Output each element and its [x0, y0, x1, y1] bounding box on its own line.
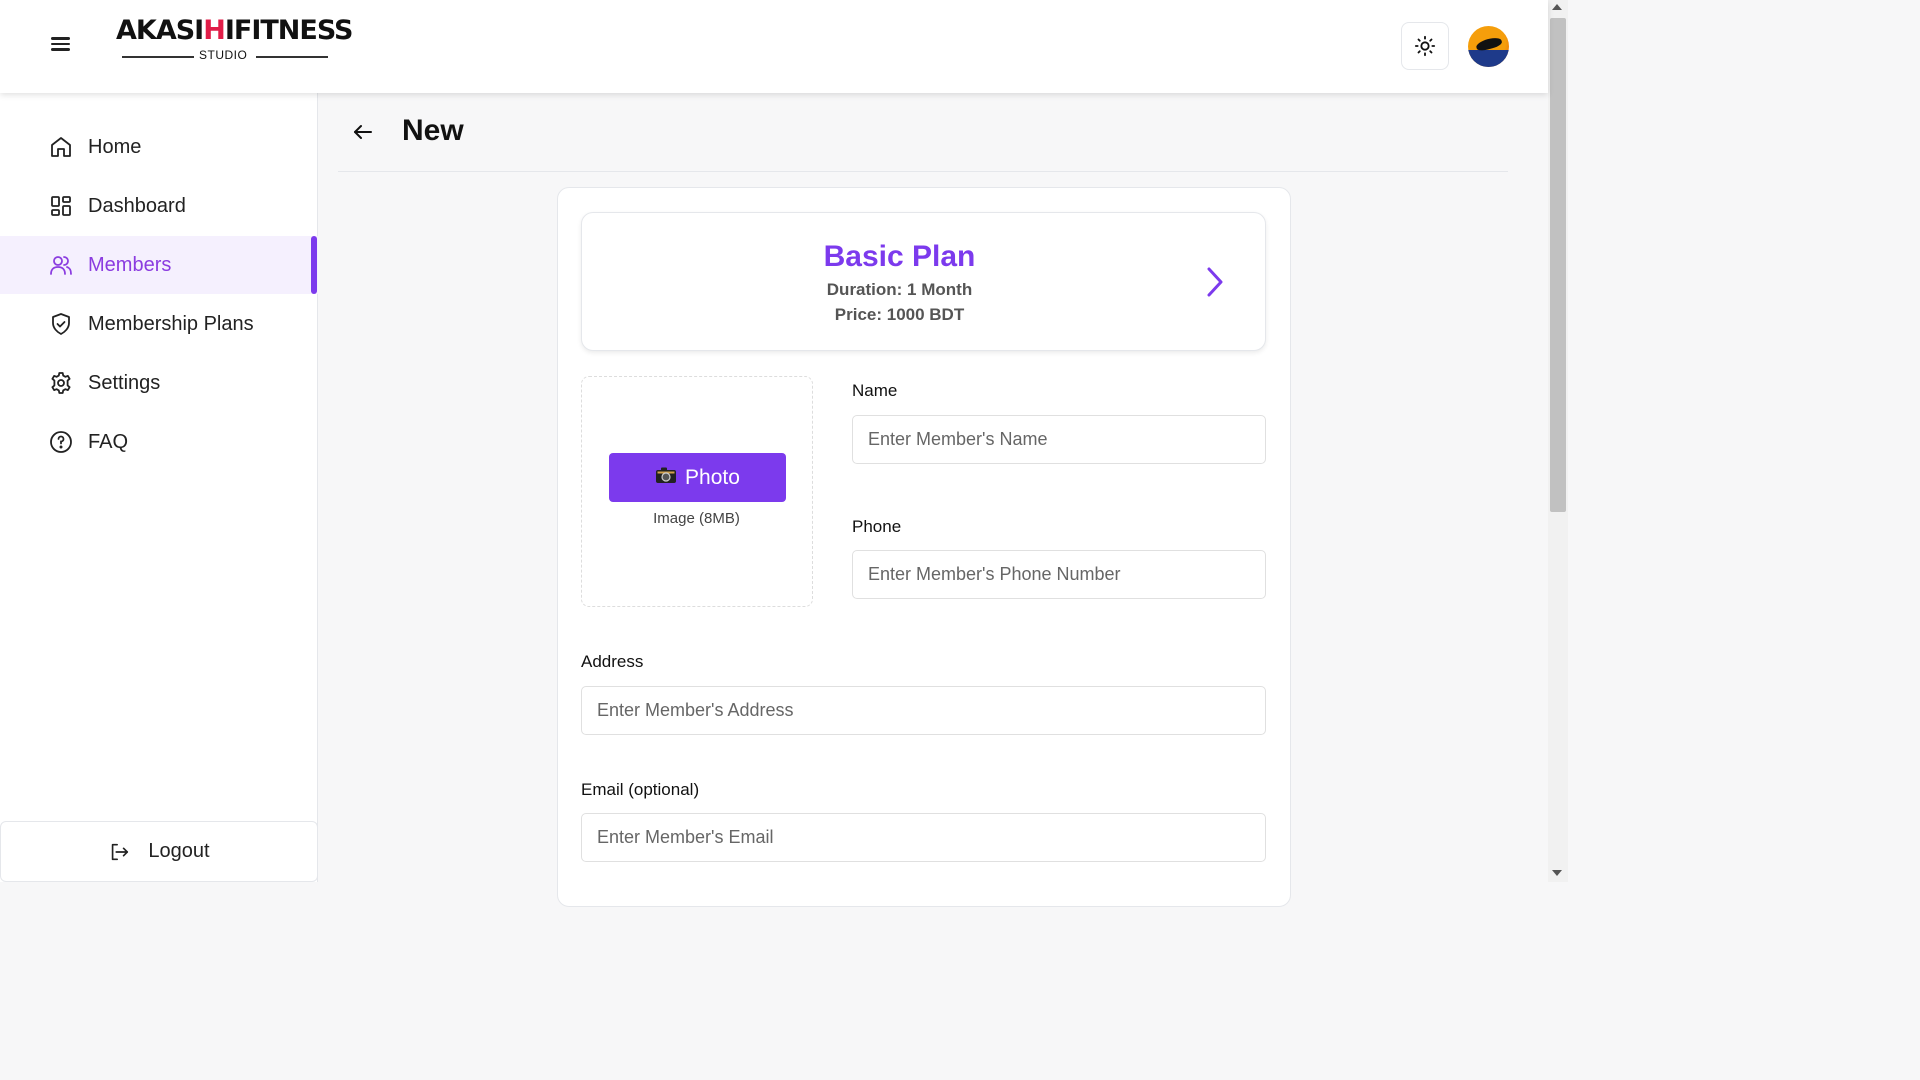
photo-size-hint: Image (8MB) — [653, 510, 740, 527]
shield-check-icon — [49, 312, 73, 336]
sun-icon — [1414, 35, 1436, 57]
selected-plan-card[interactable]: Basic Plan Duration: 1 Month Price: 1000… — [581, 212, 1266, 351]
photo-upload-button[interactable]: Photo — [609, 453, 786, 502]
back-button[interactable] — [350, 119, 376, 145]
sidebar-item-label: Dashboard — [88, 194, 186, 217]
top-header: AKASIHIFITNESS STUDIO — [0, 0, 1548, 93]
logo-wordmark: AKASIHIFITNESS — [116, 15, 354, 46]
logout-label: Logout — [148, 840, 210, 862]
scrollbar-thumb[interactable] — [1550, 18, 1566, 512]
sidebar-item-members[interactable]: Members — [0, 236, 318, 294]
plan-name: Basic Plan — [823, 240, 976, 273]
scroll-up-arrow-icon[interactable] — [1552, 4, 1562, 10]
header-divider — [338, 171, 1508, 172]
logout-icon — [112, 843, 129, 860]
sidebar-item-membership-plans[interactable]: Membership Plans — [0, 295, 318, 353]
camera-icon — [655, 466, 677, 490]
plan-price: Price: 1000 BDT — [834, 305, 965, 324]
page-scrollbar[interactable] — [1548, 0, 1568, 882]
theme-toggle-button[interactable] — [1401, 22, 1449, 70]
phone-label: Phone — [852, 517, 902, 536]
brand-logo[interactable]: AKASIHIFITNESS STUDIO — [116, 15, 354, 72]
sidebar: Home Dashboard Members Membership Plans … — [0, 93, 318, 882]
phone-input[interactable] — [852, 550, 1266, 599]
sidebar-item-label: Settings — [88, 371, 161, 394]
home-icon — [49, 135, 73, 159]
sidebar-item-label: Home — [88, 135, 142, 158]
users-icon — [49, 253, 73, 277]
sidebar-item-faq[interactable]: FAQ — [0, 413, 318, 471]
gear-icon — [49, 371, 73, 395]
scroll-down-arrow-icon[interactable] — [1552, 870, 1562, 876]
sidebar-item-label: FAQ — [88, 430, 129, 453]
help-circle-icon — [49, 430, 73, 454]
sidebar-item-label: Membership Plans — [88, 312, 254, 335]
user-avatar[interactable] — [1468, 26, 1509, 67]
arrow-left-icon — [354, 125, 372, 139]
photo-upload-area[interactable]: Photo Image (8MB) — [581, 376, 813, 607]
email-label: Email (optional) — [581, 780, 700, 799]
sidebar-item-home[interactable]: Home — [0, 118, 318, 176]
chevron-right-icon[interactable] — [1200, 264, 1230, 300]
plan-duration: Duration: 1 Month — [826, 280, 973, 299]
menu-toggle-icon[interactable] — [51, 34, 77, 58]
page-title: New — [402, 114, 464, 147]
sidebar-item-label: Members — [88, 253, 172, 276]
dashboard-icon — [49, 194, 73, 218]
sidebar-item-dashboard[interactable]: Dashboard — [0, 177, 318, 235]
logo-subtitle: STUDIO — [116, 48, 336, 64]
address-label: Address — [581, 652, 644, 671]
name-input[interactable] — [852, 415, 1266, 464]
sidebar-item-settings[interactable]: Settings — [0, 354, 318, 412]
address-input[interactable] — [581, 686, 1266, 735]
photo-button-label: Photo — [685, 465, 740, 489]
logout-button[interactable]: Logout — [0, 821, 318, 882]
name-label: Name — [852, 381, 898, 400]
email-input[interactable] — [581, 813, 1266, 862]
